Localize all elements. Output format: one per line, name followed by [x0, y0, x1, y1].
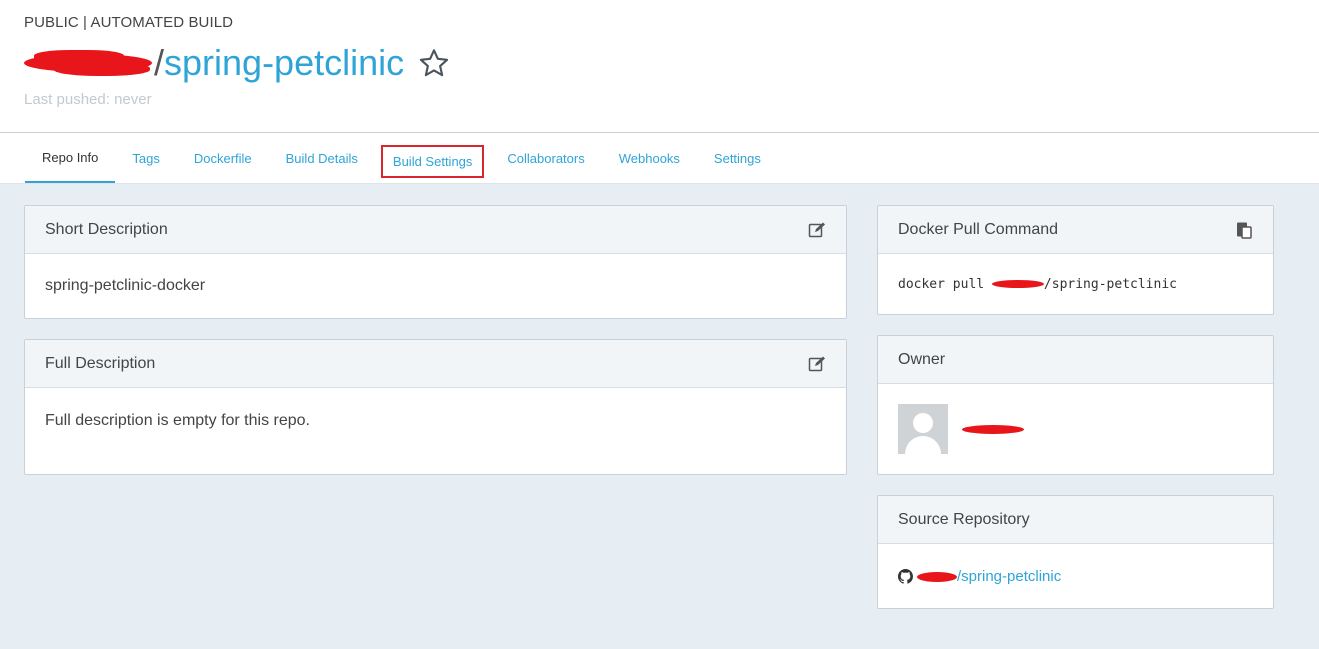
redaction-mark: [991, 280, 1044, 288]
tab-build-details[interactable]: Build Details: [269, 133, 375, 183]
star-icon[interactable]: [418, 47, 450, 79]
redacted-owner-name[interactable]: [962, 422, 1024, 436]
panel-header: Owner: [878, 336, 1273, 384]
tab-dockerfile[interactable]: Dockerfile: [177, 133, 269, 183]
panel-body: /spring-petclinic: [878, 544, 1273, 608]
redacted-namespace: [991, 278, 1044, 290]
main-content: Short Description spring-petclinic-docke…: [0, 184, 1319, 629]
pull-command-prefix: docker pull: [898, 276, 992, 292]
short-description-panel: Short Description spring-petclinic-docke…: [24, 205, 847, 319]
panel-header: Source Repository: [878, 496, 1273, 544]
panel-title: Docker Pull Command: [898, 220, 1059, 238]
source-repo-suffix: /spring-petclinic: [957, 567, 1062, 585]
short-description-text: spring-petclinic-docker: [45, 277, 206, 294]
panel-title: Full Description: [45, 354, 156, 372]
redacted-namespace[interactable]: [24, 48, 152, 78]
edit-icon[interactable]: [808, 355, 826, 373]
tab-bar: Repo Info Tags Dockerfile Build Details …: [0, 133, 1319, 184]
repo-type-label: PUBLIC | AUTOMATED BUILD: [24, 14, 234, 31]
redaction-mark: [54, 62, 150, 76]
panel-header: Full Description: [25, 340, 846, 388]
panel-body: spring-petclinic-docker: [25, 254, 846, 318]
avatar-head: [913, 413, 933, 433]
redaction-mark: [962, 425, 1024, 434]
tab-collaborators[interactable]: Collaborators: [490, 133, 601, 183]
owner-panel: Owner: [877, 335, 1274, 475]
panel-header: Short Description: [25, 206, 846, 254]
full-description-text: Full description is empty for this repo.: [45, 412, 310, 429]
source-repo-link[interactable]: /spring-petclinic: [917, 568, 1061, 585]
left-column: Short Description spring-petclinic-docke…: [24, 205, 847, 629]
repo-header: PUBLIC | AUTOMATED BUILD / spring-petcli…: [0, 0, 1319, 133]
right-column: Docker Pull Command docker pull /spring-…: [877, 205, 1274, 629]
repo-slash: /: [154, 42, 165, 83]
panel-title: Source Repository: [898, 510, 1030, 528]
redaction-mark: [917, 572, 957, 582]
tab-settings[interactable]: Settings: [697, 133, 778, 183]
clipboard-icon[interactable]: [1235, 221, 1253, 239]
tab-build-settings[interactable]: Build Settings: [380, 145, 485, 178]
tab-tags[interactable]: Tags: [115, 133, 176, 183]
panel-body: Full description is empty for this repo.: [25, 388, 846, 474]
source-repository-panel: Source Repository /spring-petclinic: [877, 495, 1274, 609]
tab-webhooks[interactable]: Webhooks: [602, 133, 697, 183]
redacted-namespace: [917, 569, 957, 583]
pull-command-suffix: /spring-petclinic: [1043, 276, 1177, 292]
github-icon: [898, 568, 913, 584]
edit-icon[interactable]: [808, 221, 826, 239]
avatar[interactable]: [898, 404, 948, 454]
panel-body: [878, 384, 1273, 474]
repo-title: / spring-petclinic: [24, 41, 1319, 85]
repo-name[interactable]: spring-petclinic: [164, 42, 404, 84]
pull-command-text[interactable]: docker pull /spring-petclinic: [898, 277, 1177, 292]
panel-header: Docker Pull Command: [878, 206, 1273, 254]
avatar-body: [905, 436, 941, 454]
panel-body: docker pull /spring-petclinic: [878, 254, 1273, 314]
panel-title: Short Description: [45, 220, 168, 238]
last-pushed: Last pushed: never: [24, 91, 152, 108]
full-description-panel: Full Description Full description is emp…: [24, 339, 847, 475]
tab-repo-info[interactable]: Repo Info: [25, 133, 116, 183]
panel-title: Owner: [898, 350, 946, 368]
pull-command-panel: Docker Pull Command docker pull /spring-…: [877, 205, 1274, 315]
